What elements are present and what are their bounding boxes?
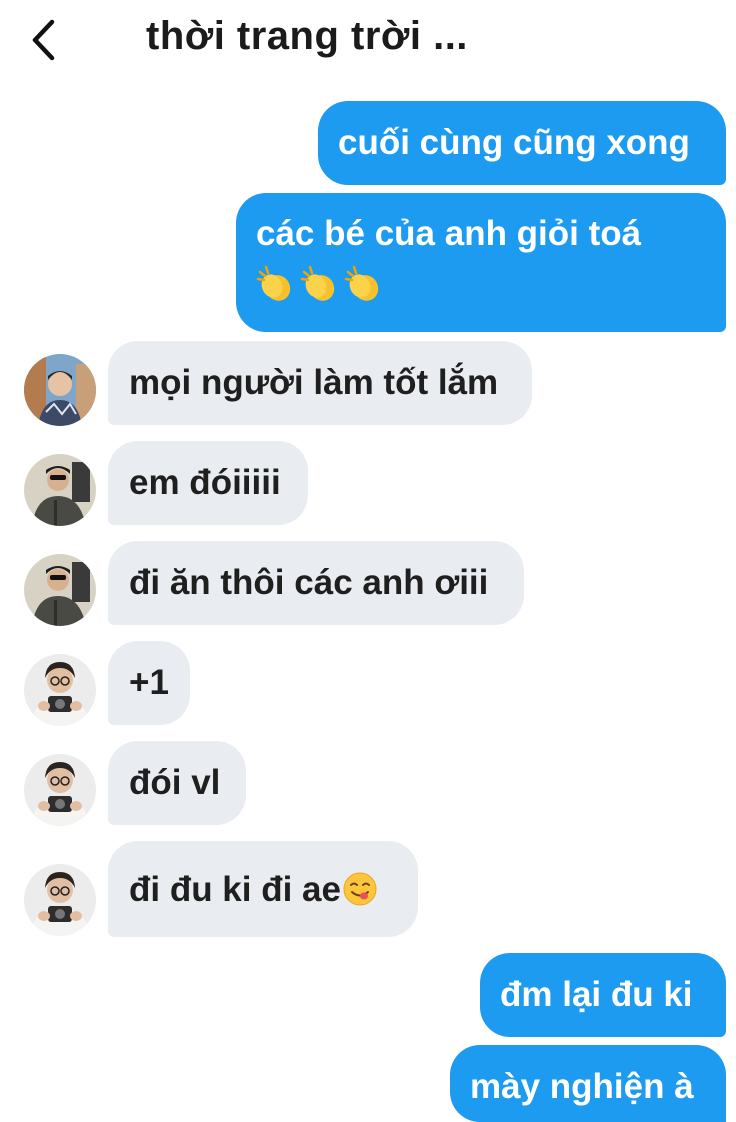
clapping-hands-icon (256, 265, 291, 301)
message-text: +1 (129, 663, 169, 702)
chat-title[interactable]: thời trang trời ... (146, 14, 468, 59)
avatar-photo (24, 454, 96, 526)
message-text: mày nghiện à (470, 1067, 694, 1106)
avatar-photo (24, 864, 96, 936)
message-text: các bé của anh giỏi toá (256, 214, 642, 253)
message-text: cuối cùng cũng xong (338, 123, 690, 162)
message-text: đi ăn thôi các anh ơiii (129, 563, 489, 602)
message-text: em đóiiiii (129, 463, 281, 502)
chevron-left-icon (32, 19, 55, 61)
avatar[interactable] (24, 354, 96, 426)
message-bubble-incoming[interactable]: đi đu ki đi ae (108, 841, 418, 937)
avatar[interactable] (24, 864, 96, 936)
avatar[interactable] (24, 754, 96, 826)
message-text: đi đu ki đi ae (129, 870, 341, 909)
clapping-hands-icon (344, 265, 379, 301)
avatar-photo (24, 554, 96, 626)
avatar-photo (24, 654, 96, 726)
back-button[interactable] (28, 18, 64, 62)
avatar[interactable] (24, 654, 96, 726)
message-bubble-outgoing[interactable]: cuối cùng cũng xong (318, 101, 726, 185)
message-bubble-incoming[interactable]: mọi người làm tốt lắm (108, 341, 532, 425)
message-bubble-incoming[interactable]: đi ăn thôi các anh ơiii (108, 541, 524, 625)
message-bubble-outgoing[interactable]: mày nghiện à (450, 1045, 726, 1122)
message-bubble-incoming[interactable]: +1 (108, 641, 190, 725)
emoji-row (256, 259, 726, 305)
message-bubble-outgoing[interactable]: các bé của anh giỏi toá (236, 193, 726, 332)
message-text: đói vl (129, 763, 221, 802)
avatar[interactable] (24, 554, 96, 626)
avatar-photo (24, 754, 96, 826)
chat-header: thời trang trời ... (0, 0, 736, 80)
savoring-face-icon (343, 872, 377, 906)
message-text: mọi người làm tốt lắm (129, 363, 499, 402)
message-bubble-incoming[interactable]: đói vl (108, 741, 246, 825)
avatar-photo (24, 354, 96, 426)
message-text: đm lại đu ki (500, 975, 693, 1014)
message-bubble-incoming[interactable]: em đóiiiii (108, 441, 308, 525)
avatar[interactable] (24, 454, 96, 526)
message-bubble-outgoing[interactable]: đm lại đu ki (480, 953, 726, 1037)
clapping-hands-icon (300, 265, 335, 301)
